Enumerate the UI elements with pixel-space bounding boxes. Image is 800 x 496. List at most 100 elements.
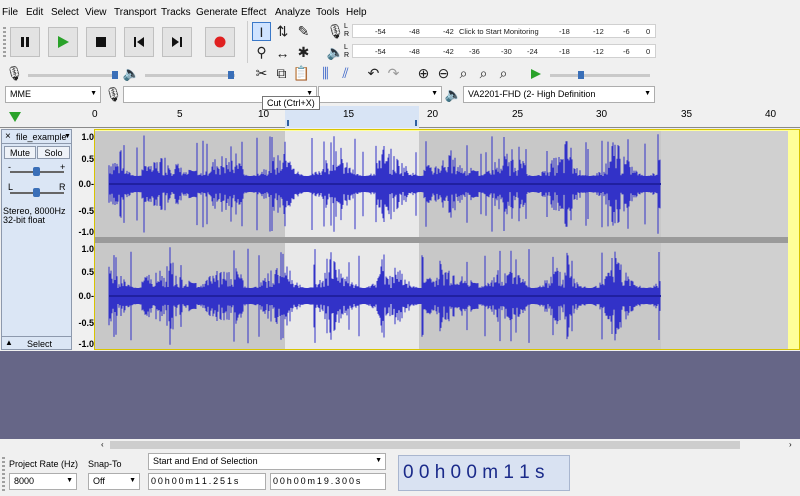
tick-label: 0 <box>646 27 651 36</box>
selection-end-field[interactable]: 0 0 h 0 0 m 1 9 . 3 0 0 s <box>270 473 386 490</box>
trim-button[interactable]: ⫼ <box>316 64 335 83</box>
edit-toolbar: ✂ ⧉ 📋 ⫼ ⫽ ↶ ↷ <box>250 64 410 84</box>
scale-label: 0.0- <box>78 291 94 301</box>
paste-icon: 📋 <box>292 65 311 81</box>
menu-transport[interactable]: Transport <box>114 7 156 18</box>
skip-start-button[interactable] <box>124 27 154 57</box>
scroll-right-icon[interactable]: › <box>789 440 792 449</box>
zoom-tool[interactable]: ⚲ <box>252 43 271 62</box>
snap-to-value: Off <box>93 476 105 486</box>
ruler-label: 25 <box>512 109 524 120</box>
playback-device-select[interactable]: VA2201-FHD (2- High Definition ▼ <box>463 86 655 103</box>
waveform-left[interactable] <box>95 131 661 237</box>
menu-generate[interactable]: Generate <box>196 7 238 18</box>
play-at-speed-button[interactable] <box>526 64 545 83</box>
empty-track-area[interactable] <box>0 351 800 439</box>
undo-button[interactable]: ↶ <box>364 64 383 83</box>
toolbar-grip[interactable] <box>2 457 5 491</box>
silence-button[interactable]: ⫽ <box>336 64 355 83</box>
record-meter-mic[interactable]: 🎙 <box>326 22 345 41</box>
zoom-out-button[interactable]: ⊖ <box>434 64 453 83</box>
track-name-menu[interactable]: file_example <box>16 132 67 142</box>
stop-button[interactable] <box>86 27 116 57</box>
scroll-left-icon[interactable]: ‹ <box>101 440 104 449</box>
copy-button[interactable]: ⧉ <box>272 64 291 83</box>
mute-button[interactable]: Mute <box>4 146 36 159</box>
audio-host-value: MME <box>10 89 31 99</box>
menu-tracks[interactable]: Tracks <box>161 7 191 18</box>
menu-select[interactable]: Select <box>51 7 79 18</box>
fit-selection-button[interactable]: ⌕ <box>454 64 473 83</box>
solo-button[interactable]: Solo <box>37 146 70 159</box>
recording-channels-select[interactable]: ▼ <box>318 86 442 103</box>
redo-icon: ↷ <box>387 65 400 81</box>
selection-mode-select[interactable]: Start and End of Selection ▼ <box>148 453 386 470</box>
play-head-icon[interactable] <box>8 111 22 123</box>
tick-label: -18 <box>559 47 570 56</box>
timeline-ruler[interactable]: 0 5 10 15 20 25 30 35 40 <box>0 106 800 128</box>
tools-toolbar: I ⇅ ✎ ⚲ ↔ ✱ <box>250 21 318 63</box>
tick-label: -6 <box>623 47 630 56</box>
scale-label: 1.0 <box>81 132 94 142</box>
waveform-right[interactable] <box>95 243 661 349</box>
tick-label: -18 <box>559 27 570 36</box>
vertical-scale[interactable]: 1.0 0.5 0.0- -0.5 -1.0 1.0 0.5 0.0- -0.5… <box>72 129 94 350</box>
track-bitdepth-label: 32-bit float <box>3 215 46 225</box>
menu-analyze[interactable]: Analyze <box>275 7 311 18</box>
cut-button[interactable]: ✂ <box>252 64 271 83</box>
selection-start-field[interactable]: 0 0 h 0 0 m 1 1 . 2 5 1 s <box>148 473 266 490</box>
redo-button[interactable]: ↷ <box>384 64 403 83</box>
menu-file[interactable]: File <box>2 7 18 18</box>
record-button[interactable] <box>205 27 235 57</box>
play-button[interactable] <box>48 27 78 57</box>
fit-project-button[interactable]: ⌕ <box>474 64 493 83</box>
meter-toolbar: 🎙 L R -54 -48 -42 Click to Start Monitor… <box>322 21 658 63</box>
draw-tool[interactable]: ✎ <box>294 22 313 41</box>
input-volume-thumb[interactable] <box>112 71 118 79</box>
project-rate-select[interactable]: 8000 ▼ <box>9 473 77 490</box>
chevron-down-icon[interactable]: ▼ <box>64 133 71 140</box>
skip-end-button[interactable] <box>162 27 192 57</box>
menu-effect[interactable]: Effect <box>241 7 266 18</box>
input-volume-mic: 🎙 <box>5 64 24 83</box>
tick-label: 0 <box>646 47 651 56</box>
multi-tool[interactable]: ✱ <box>294 43 313 62</box>
gain-thumb[interactable] <box>33 167 40 176</box>
menu-edit[interactable]: Edit <box>26 7 43 18</box>
pan-thumb[interactable] <box>33 188 40 197</box>
input-volume-slider[interactable] <box>28 74 118 77</box>
menu-view[interactable]: View <box>85 7 107 18</box>
play-speed-thumb[interactable] <box>578 71 584 79</box>
record-meter[interactable]: -54 -48 -42 Click to Start Monitoring -1… <box>352 24 656 38</box>
close-track-icon[interactable]: × <box>5 131 11 142</box>
play-meter[interactable]: -54 -48 -42 -36 -30 -24 -18 -12 -6 0 <box>352 44 656 58</box>
horizontal-scrollbar[interactable]: ‹ › <box>0 439 800 451</box>
snap-to-select[interactable]: Off ▼ <box>88 473 140 490</box>
playback-device-value: VA2201-FHD (2- High Definition <box>468 89 596 99</box>
output-volume-slider[interactable] <box>145 74 235 77</box>
play-meter-speaker[interactable]: 🔈 <box>326 43 345 62</box>
envelope-tool[interactable]: ⇅ <box>273 22 292 41</box>
output-volume-thumb[interactable] <box>228 71 234 79</box>
play-icon <box>530 68 541 79</box>
zoom-in-button[interactable]: ⊕ <box>414 64 433 83</box>
select-track-button[interactable]: Select <box>27 339 52 349</box>
meter-r-label: R <box>344 52 350 59</box>
scroll-thumb[interactable] <box>110 441 740 449</box>
scissors-icon: ✂ <box>255 65 268 81</box>
menu-help[interactable]: Help <box>346 7 367 18</box>
audio-position-display[interactable]: 0 0 h 0 0 m 1 1 s <box>398 455 570 491</box>
play-speed-slider[interactable] <box>550 74 650 77</box>
audio-host-select[interactable]: MME ▼ <box>5 86 101 103</box>
selection-tool[interactable]: I <box>252 22 271 41</box>
time-shift-tool[interactable]: ↔ <box>273 43 292 62</box>
recording-device-mic: 🎙 <box>104 85 123 104</box>
menu-tools[interactable]: Tools <box>316 7 339 18</box>
toolbar-grip[interactable] <box>3 27 6 57</box>
collapse-icon[interactable]: ▲ <box>5 338 13 347</box>
pause-button[interactable] <box>10 27 40 57</box>
zoom-toggle-button[interactable]: ⌕ <box>494 64 513 83</box>
paste-button[interactable]: 📋 <box>292 64 311 83</box>
tick-label: -30 <box>501 47 512 56</box>
tick-label: -12 <box>593 27 604 36</box>
